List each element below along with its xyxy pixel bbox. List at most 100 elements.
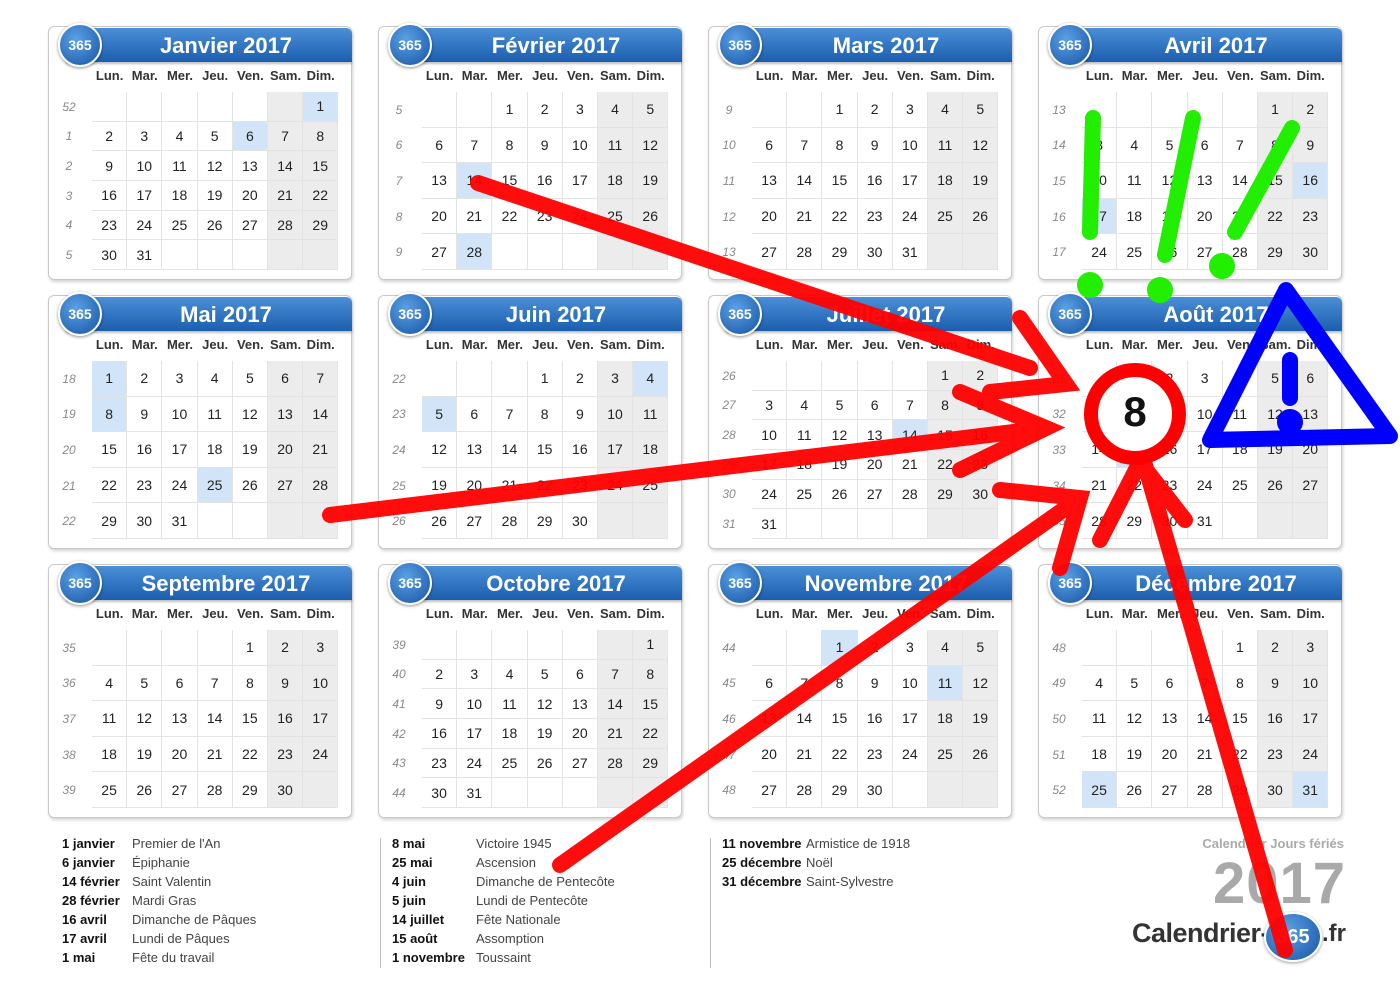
day-cell[interactable]: 10 [127, 151, 163, 181]
day-cell[interactable]: 23 [1257, 736, 1294, 773]
day-cell[interactable]: 17 [597, 432, 634, 468]
day-cell[interactable]: 5 [1257, 361, 1294, 397]
day-cell[interactable]: 16 [1293, 163, 1329, 199]
day-cell[interactable]: 27 [422, 234, 458, 270]
day-cell[interactable]: 23 [1152, 467, 1188, 504]
day-cell[interactable]: 10 [892, 127, 928, 164]
day-cell[interactable]: 24 [457, 748, 493, 779]
day-cell[interactable]: 4 [927, 92, 964, 128]
day-cell[interactable]: 3 [1082, 127, 1118, 164]
day-cell[interactable]: 5 [1117, 665, 1153, 702]
day-cell[interactable]: 4 [1222, 361, 1258, 397]
day-cell[interactable]: 5 [527, 659, 563, 690]
day-cell[interactable]: 3 [162, 361, 198, 397]
day-cell[interactable]: 18 [927, 701, 964, 737]
day-cell[interactable]: 4 [1082, 665, 1118, 702]
day-cell[interactable]: 15 [633, 689, 669, 719]
day-cell[interactable]: 14 [892, 420, 928, 450]
day-cell[interactable]: 8 [1222, 665, 1258, 702]
day-cell[interactable]: 27 [1293, 467, 1329, 504]
day-cell[interactable]: 20 [457, 467, 493, 504]
day-cell[interactable]: 11 [92, 701, 128, 737]
day-cell[interactable]: 22 [232, 736, 268, 773]
day-cell[interactable]: 16 [963, 420, 999, 450]
day-cell[interactable]: 29 [822, 772, 858, 808]
day-cell[interactable]: 31 [1187, 503, 1223, 539]
day-cell[interactable]: 17 [162, 432, 198, 468]
day-cell[interactable]: 10 [752, 420, 788, 450]
day-cell[interactable]: 2 [267, 630, 304, 666]
day-cell[interactable]: 15 [1257, 163, 1294, 199]
day-cell[interactable]: 13 [457, 432, 493, 468]
day-cell[interactable]: 26 [197, 210, 233, 241]
day-cell[interactable]: 15 [303, 151, 339, 181]
day-cell[interactable]: 16 [92, 180, 128, 211]
day-cell[interactable]: 24 [752, 479, 788, 510]
day-cell[interactable]: 3 [303, 630, 339, 666]
day-cell[interactable]: 10 [1082, 163, 1118, 199]
day-cell[interactable]: 26 [633, 198, 669, 235]
day-cell[interactable]: 11 [597, 127, 634, 164]
day-cell[interactable]: 3 [752, 390, 788, 421]
day-cell[interactable]: 5 [822, 390, 858, 421]
day-cell[interactable]: 22 [633, 718, 669, 749]
day-cell[interactable]: 12 [527, 689, 563, 719]
day-cell[interactable]: 4 [633, 361, 669, 397]
day-cell[interactable]: 28 [892, 479, 928, 510]
day-cell[interactable]: 15 [927, 420, 964, 450]
day-cell[interactable]: 7 [492, 396, 528, 433]
day-cell[interactable]: 6 [162, 665, 198, 702]
day-cell[interactable]: 9 [267, 665, 304, 702]
day-cell[interactable]: 24 [892, 198, 928, 235]
day-cell[interactable]: 13 [162, 701, 198, 737]
day-cell[interactable]: 6 [1152, 665, 1188, 702]
day-cell[interactable]: 2 [857, 92, 893, 128]
day-cell[interactable]: 13 [752, 163, 788, 199]
day-cell[interactable]: 1 [92, 361, 128, 397]
day-cell[interactable]: 28 [1082, 503, 1118, 539]
day-cell[interactable]: 11 [927, 665, 964, 702]
day-cell[interactable]: 11 [1222, 396, 1258, 433]
day-cell[interactable]: 7 [787, 127, 823, 164]
day-cell[interactable]: 22 [822, 736, 858, 773]
day-cell[interactable]: 16 [1257, 701, 1294, 737]
day-cell[interactable]: 4 [92, 665, 128, 702]
day-cell[interactable]: 8 [92, 396, 128, 433]
day-cell[interactable]: 9 [422, 689, 458, 719]
day-cell[interactable]: 25 [1222, 467, 1258, 504]
day-cell[interactable]: 3 [127, 121, 163, 152]
day-cell[interactable]: 3 [597, 361, 634, 397]
day-cell[interactable]: 7 [787, 665, 823, 702]
day-cell[interactable]: 22 [92, 467, 128, 504]
day-cell[interactable]: 2 [562, 361, 598, 397]
day-cell[interactable]: 6 [1187, 127, 1223, 164]
day-cell[interactable]: 21 [197, 736, 233, 773]
day-cell[interactable]: 11 [1117, 163, 1153, 199]
day-cell[interactable]: 22 [1222, 736, 1258, 773]
day-cell[interactable]: 15 [822, 163, 858, 199]
day-cell[interactable]: 14 [1082, 432, 1118, 468]
day-cell[interactable]: 10 [162, 396, 198, 433]
day-cell[interactable]: 24 [892, 736, 928, 773]
day-cell[interactable]: 18 [1222, 432, 1258, 468]
day-cell[interactable]: 11 [197, 396, 233, 433]
day-cell[interactable]: 25 [927, 198, 964, 235]
day-cell[interactable]: 13 [232, 151, 268, 181]
day-cell[interactable]: 23 [127, 467, 163, 504]
day-cell[interactable]: 24 [1082, 234, 1118, 270]
day-cell[interactable]: 14 [1187, 701, 1223, 737]
day-cell[interactable]: 9 [963, 390, 999, 421]
day-cell[interactable]: 9 [527, 127, 563, 164]
day-cell[interactable]: 4 [927, 630, 964, 666]
day-cell[interactable]: 24 [562, 198, 598, 235]
day-cell[interactable]: 6 [752, 127, 788, 164]
day-cell[interactable]: 2 [963, 361, 999, 391]
day-cell[interactable]: 30 [963, 479, 999, 510]
day-cell[interactable]: 21 [1082, 467, 1118, 504]
day-cell[interactable]: 21 [892, 449, 928, 480]
day-cell[interactable]: 1 [232, 630, 268, 666]
day-cell[interactable]: 26 [527, 748, 563, 779]
day-cell[interactable]: 1 [633, 630, 669, 660]
day-cell[interactable]: 28 [303, 467, 339, 504]
day-cell[interactable]: 9 [92, 151, 128, 181]
